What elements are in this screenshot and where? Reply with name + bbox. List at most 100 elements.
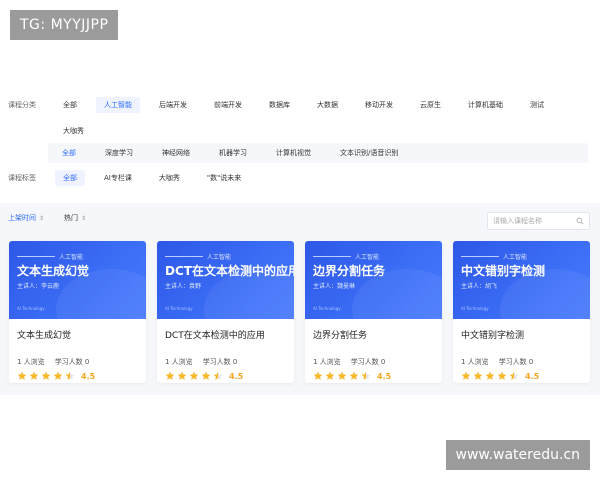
subcategory-row: 全部 深度学习 神经网络 机器学习 计算机视觉 文本识别/语音识别: [48, 143, 588, 163]
view-count: 1 人浏览: [17, 358, 45, 366]
star-icon: [29, 371, 39, 380]
cover-title: 边界分割任务: [313, 264, 386, 278]
sort-bar: 上架时间 ⇕ 热门 ⇕: [8, 213, 106, 223]
view-count: 1 人浏览: [165, 358, 193, 366]
category-label: 课程分类: [8, 101, 36, 109]
course-rating: 4.5: [461, 371, 590, 381]
cover-speaker: 主讲人：李云鹿: [17, 283, 60, 290]
filter-panel: 课程分类 全部 人工智能 后端开发 前端开发 数据库 大数据 移动开发 云原生 …: [0, 92, 600, 144]
sort-by-time[interactable]: 上架时间 ⇕: [8, 213, 44, 223]
category-backend[interactable]: 后端开发: [151, 97, 195, 113]
tag-data-future[interactable]: "数"说未来: [199, 170, 249, 186]
cover-category: 人工智能: [313, 252, 379, 261]
sort-by-hot[interactable]: 热门 ⇕: [64, 213, 86, 223]
tag-row: 课程标签 全部 AI专栏课 大咖秀 "数"说未来: [0, 168, 600, 188]
star-icon: [53, 371, 63, 380]
cover-category: 人工智能: [165, 252, 231, 261]
cover-title: 中文错别字检测: [461, 264, 546, 278]
learner-count: 学习人数 0: [350, 358, 386, 366]
category-bigshot[interactable]: 大咖秀: [55, 123, 92, 139]
cover-brand: AI Technology: [17, 306, 45, 311]
cover-category: 人工智能: [461, 252, 527, 261]
cover-title: 文本生成幻觉: [17, 264, 90, 278]
sort-arrows-icon: ⇕: [81, 215, 87, 222]
course-meta: 1 人浏览 学习人数 0: [165, 357, 294, 367]
star-icon: [349, 371, 359, 380]
cover-category: 人工智能: [17, 252, 83, 261]
category-cs-basics[interactable]: 计算机基础: [460, 97, 511, 113]
rating-score: 4.5: [525, 371, 540, 381]
course-meta: 1 人浏览 学习人数 0: [17, 357, 146, 367]
tag-bigshot[interactable]: 大咖秀: [151, 170, 188, 186]
course-name: 文本生成幻觉: [17, 331, 72, 341]
rating-score: 4.5: [229, 371, 244, 381]
view-count: 1 人浏览: [313, 358, 341, 366]
subcategory-computer-vision[interactable]: 计算机视觉: [268, 145, 319, 161]
subcategory-machine-learning[interactable]: 机器学习: [211, 145, 255, 161]
cover-brand: AI Technology: [165, 306, 193, 311]
course-rating: 4.5: [165, 371, 294, 381]
cover-speaker: 主讲人：袁野: [165, 283, 202, 290]
course-cover: 人工智能 DCT在文本检测中的应用 主讲人：袁野 AI Technology: [157, 241, 294, 319]
course-rating: 4.5: [17, 371, 146, 381]
search-icon[interactable]: [576, 217, 584, 225]
cover-speaker: 主讲人：魏曼琳: [313, 283, 356, 290]
course-card[interactable]: 人工智能 文本生成幻觉 主讲人：李云鹿 AI Technology 文本生成幻觉…: [9, 241, 146, 383]
star-icon: [17, 371, 27, 380]
subcategory-all[interactable]: 全部: [54, 145, 84, 161]
course-card[interactable]: 人工智能 中文错别字检测 主讲人：胡飞 AI Technology 中文错别字检…: [453, 241, 590, 383]
category-mobile[interactable]: 移动开发: [357, 97, 401, 113]
star-icon: [189, 371, 199, 380]
site-watermark-badge: www.wateredu.cn: [445, 440, 590, 470]
course-card[interactable]: 人工智能 DCT在文本检测中的应用 主讲人：袁野 AI Technology D…: [157, 241, 294, 383]
course-cards: 人工智能 文本生成幻觉 主讲人：李云鹿 AI Technology 文本生成幻觉…: [9, 241, 600, 383]
star-icon: [509, 371, 519, 380]
course-search: [487, 212, 590, 230]
category-ai[interactable]: 人工智能: [96, 97, 140, 113]
rating-score: 4.5: [81, 371, 96, 381]
tag-label: 课程标签: [8, 174, 36, 182]
category-row-2: 大咖秀: [0, 118, 600, 144]
star-icon: [497, 371, 507, 380]
learner-count: 学习人数 0: [498, 358, 534, 366]
course-meta: 1 人浏览 学习人数 0: [313, 357, 442, 367]
category-all[interactable]: 全部: [55, 97, 85, 113]
course-rating: 4.5: [313, 371, 442, 381]
cover-brand: AI Technology: [461, 306, 489, 311]
star-icon: [41, 371, 51, 380]
course-meta: 1 人浏览 学习人数 0: [461, 357, 590, 367]
star-icon: [165, 371, 175, 380]
subcategory-neural-network[interactable]: 神经网络: [154, 145, 198, 161]
course-name: 中文错别字检测: [461, 331, 525, 341]
category-frontend[interactable]: 前端开发: [206, 97, 250, 113]
course-cover: 人工智能 文本生成幻觉 主讲人：李云鹿 AI Technology: [9, 241, 146, 319]
tag-all[interactable]: 全部: [55, 170, 85, 186]
star-icon: [313, 371, 323, 380]
category-database[interactable]: 数据库: [261, 97, 298, 113]
star-icon: [473, 371, 483, 380]
category-bigdata[interactable]: 大数据: [309, 97, 346, 113]
rating-score: 4.5: [377, 371, 392, 381]
category-testing[interactable]: 测试: [522, 97, 552, 113]
cover-speaker: 主讲人：胡飞: [461, 283, 498, 290]
subcategory-ocr-speech[interactable]: 文本识别/语音识别: [332, 145, 406, 161]
tg-watermark-badge: TG: MYYJJPP: [10, 10, 119, 40]
cover-brand: AI Technology: [313, 306, 341, 311]
subcategory-deep-learning[interactable]: 深度学习: [97, 145, 141, 161]
course-list-area: 上架时间⇕ 热门⇕ 人工智能 文本生成幻觉 主讲人：李云鹿 AI Technol…: [0, 203, 600, 395]
star-icon: [177, 371, 187, 380]
learner-count: 学习人数 0: [202, 358, 238, 366]
star-icon: [201, 371, 211, 380]
category-row: 课程分类 全部 人工智能 后端开发 前端开发 数据库 大数据 移动开发 云原生 …: [0, 92, 600, 118]
course-cover: 人工智能 中文错别字检测 主讲人：胡飞 AI Technology: [453, 241, 590, 319]
tag-ai-column[interactable]: AI专栏课: [96, 170, 140, 186]
course-cover: 人工智能 边界分割任务 主讲人：魏曼琳 AI Technology: [305, 241, 442, 319]
star-icon: [485, 371, 495, 380]
star-icon: [361, 371, 371, 380]
view-count: 1 人浏览: [461, 358, 489, 366]
category-cloudnative[interactable]: 云原生: [412, 97, 449, 113]
star-icon: [461, 371, 471, 380]
search-input[interactable]: [493, 217, 573, 225]
course-name: 边界分割任务: [313, 331, 368, 341]
course-card[interactable]: 人工智能 边界分割任务 主讲人：魏曼琳 AI Technology 边界分割任务…: [305, 241, 442, 383]
